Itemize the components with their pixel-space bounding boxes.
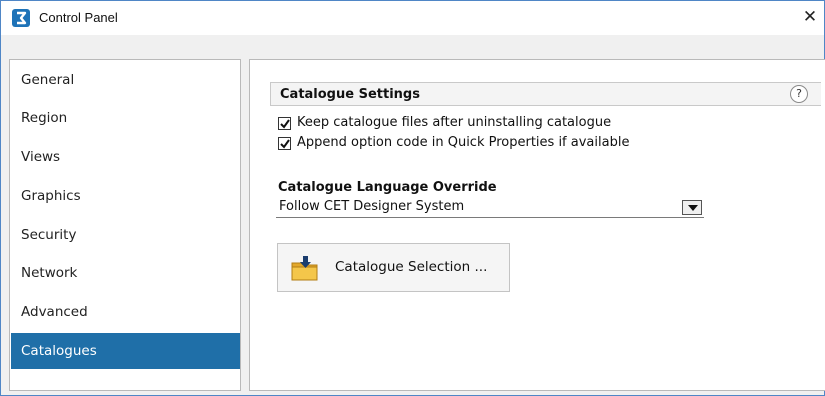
append-option-code-checkbox[interactable] [278,137,291,150]
sidebar-item-label: Views [21,149,61,165]
checkmark-icon [280,139,290,149]
sidebar-item-network[interactable]: Network [11,255,240,291]
sidebar-item-advanced[interactable]: Advanced [11,294,240,330]
window-title: Control Panel [39,10,118,25]
sidebar-item-catalogues[interactable]: Catalogues [11,333,240,369]
append-option-code-label: Append option code in Quick Properties i… [297,135,630,150]
sidebar-item-label: Catalogues [21,343,97,359]
folder-download-icon [291,256,318,281]
checkmark-icon [280,119,290,129]
title-bar: Control Panel ✕ [1,1,824,35]
sidebar: General Region Views Graphics Security N… [9,59,241,391]
sidebar-item-label: Graphics [21,188,81,204]
catalogue-selection-label: Catalogue Selection ... [335,259,488,275]
dropdown-button[interactable] [682,200,702,215]
keep-files-checkbox[interactable] [278,117,291,130]
control-panel-icon [12,9,30,27]
language-override-value: Follow CET Designer System [279,199,465,214]
keep-files-label: Keep catalogue files after uninstalling … [297,115,612,130]
sidebar-item-label: Region [21,110,68,126]
sidebar-item-general[interactable]: General [11,62,240,98]
sidebar-item-security[interactable]: Security [11,217,240,253]
close-button[interactable]: ✕ [796,1,824,35]
chevron-down-icon [688,205,698,211]
sidebar-item-region[interactable]: Region [11,100,240,136]
sidebar-item-label: Network [21,265,78,281]
settings-panel: Catalogue Settings ? Keep catalogue file… [249,59,825,391]
language-override-label: Catalogue Language Override [278,180,497,195]
sidebar-item-views[interactable]: Views [11,139,240,175]
close-icon: ✕ [802,7,818,27]
sidebar-item-graphics[interactable]: Graphics [11,178,240,214]
sidebar-item-label: Security [21,227,77,243]
sidebar-item-label: General [21,72,75,88]
catalogue-selection-button[interactable]: Catalogue Selection ... [277,243,510,292]
help-symbol: ? [796,87,802,100]
control-panel-window: Control Panel ✕ General Region Views Gra… [0,0,825,396]
section-title: Catalogue Settings [280,87,420,102]
sidebar-item-label: Advanced [21,304,88,320]
section-header: Catalogue Settings ? [270,82,821,106]
language-override-select[interactable]: Follow CET Designer System [276,198,704,218]
help-icon[interactable]: ? [790,85,808,103]
